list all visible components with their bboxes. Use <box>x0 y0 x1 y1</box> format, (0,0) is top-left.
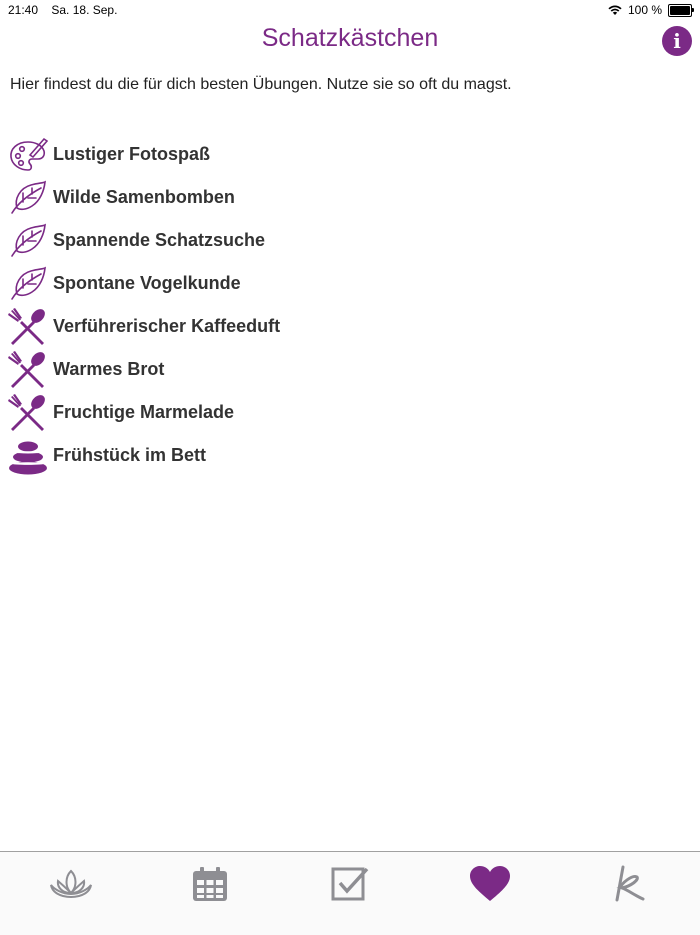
exercise-item[interactable]: Spannende Schatzsuche <box>8 219 688 262</box>
fork-spoon-icon <box>8 307 48 347</box>
exercise-label: Lustiger Fotospaß <box>53 144 210 164</box>
status-time: 21:40 <box>8 3 39 17</box>
battery-icon <box>668 3 694 17</box>
leaf-icon <box>8 178 48 218</box>
exercise-label: Warmes Brot <box>53 359 165 379</box>
tab-tasks[interactable] <box>325 864 375 904</box>
exercise-label: Frühstück im Bett <box>53 445 207 465</box>
tab-favorites[interactable] <box>465 864 515 904</box>
lotus-icon <box>50 869 92 899</box>
exercise-label: Wilde Samenbomben <box>53 187 235 207</box>
intro-text: Hier findest du die für dich besten Übun… <box>10 76 512 93</box>
info-icon: i <box>673 29 681 53</box>
exercise-item[interactable]: Spontane Vogelkunde <box>8 262 688 305</box>
heart-icon <box>470 866 510 901</box>
exercise-label: Spannende Schatzsuche <box>53 230 266 250</box>
status-date: Sa. 18. Sep. <box>51 3 118 17</box>
exercise-list: Lustiger Fotospaß Wilde Samenbomben Spanne… <box>8 133 688 477</box>
info-button[interactable]: i <box>662 26 692 56</box>
page-title: Schatzkästchen <box>261 24 439 52</box>
exercise-label: Spontane Vogelkunde <box>53 273 241 293</box>
fork-spoon-icon <box>8 393 48 433</box>
exercise-item[interactable]: Frühstück im Bett <box>8 434 688 477</box>
k-logo-icon <box>615 865 645 902</box>
exercise-item[interactable]: Wilde Samenbomben <box>8 176 688 219</box>
tab-profile[interactable] <box>605 864 655 904</box>
palette-icon <box>8 135 48 175</box>
exercise-item[interactable]: Lustiger Fotospaß <box>8 133 688 176</box>
tab-bar <box>0 851 700 935</box>
wifi-icon <box>608 5 622 15</box>
tab-calendar[interactable] <box>185 864 235 904</box>
fork-spoon-icon <box>8 350 48 390</box>
exercise-item[interactable]: Warmes Brot <box>8 348 688 391</box>
calendar-icon <box>193 867 227 901</box>
status-bar: 21:40 Sa. 18. Sep. 100 % <box>0 0 700 20</box>
battery-percent: 100 % <box>627 3 662 17</box>
exercise-item[interactable]: Verführerischer Kaffeeduft <box>8 305 688 348</box>
checkbox-icon <box>331 867 369 901</box>
exercise-item[interactable]: Fruchtige Marmelade <box>8 391 688 434</box>
tab-lotus[interactable] <box>46 864 96 904</box>
status-right: 100 % <box>608 3 694 17</box>
status-left: 21:40 Sa. 18. Sep. <box>8 3 127 17</box>
leaf-icon <box>8 221 48 261</box>
exercise-label: Fruchtige Marmelade <box>53 402 235 422</box>
exercise-label: Verführerischer Kaffeeduft <box>53 316 281 336</box>
stones-icon <box>8 436 48 476</box>
leaf-icon <box>8 264 48 304</box>
